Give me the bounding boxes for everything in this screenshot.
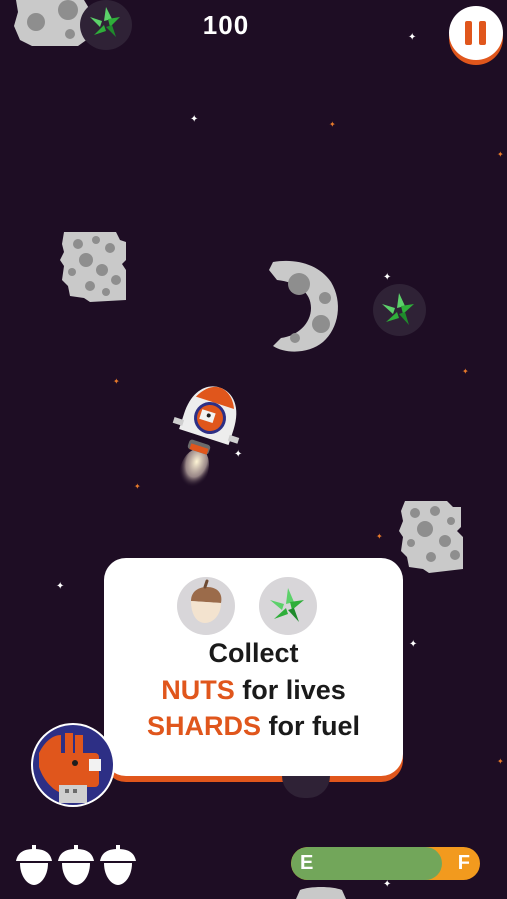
tooltip-line-collect: Collect [208, 638, 299, 668]
star: ✦ [383, 272, 392, 283]
star: ✦ [134, 482, 141, 491]
green-shard-icon [270, 588, 304, 622]
acorn-outline-icon [100, 845, 136, 885]
player-rocket [172, 386, 240, 492]
score-counter: 100 [202, 10, 250, 40]
hidden-pickup [282, 776, 330, 798]
tooltip-line-nuts: NUTS for lives [104, 675, 403, 706]
star: ✦ [497, 150, 504, 159]
pause-icon [465, 21, 472, 45]
shard-pickup [373, 284, 426, 336]
star: ✦ [190, 114, 199, 125]
fuel-empty-label: E [300, 852, 314, 874]
nuts-text: for lives [234, 675, 346, 705]
shards-text: for fuel [261, 711, 361, 741]
star: ✦ [409, 639, 418, 650]
star: ✦ [113, 377, 120, 386]
tooltip-line-shards: SHARDS for fuel [104, 711, 403, 742]
star: ✦ [383, 879, 392, 890]
pause-button[interactable] [449, 6, 503, 60]
star: ✦ [462, 367, 469, 376]
character-avatar[interactable] [31, 723, 115, 807]
asteroid [60, 232, 126, 302]
star: ✦ [497, 757, 504, 766]
star: ✦ [376, 532, 383, 541]
asteroid [399, 501, 463, 573]
acorn-outline-icon [58, 845, 94, 885]
kangaroo-pilot-icon [33, 725, 113, 805]
asteroid [296, 887, 346, 899]
fuel-level-bar [291, 847, 443, 880]
pause-icon-bar [479, 21, 486, 45]
asteroid [269, 260, 338, 352]
green-shard-icon [382, 293, 414, 325]
nuts-highlight: NUTS [161, 675, 235, 705]
nut-icon-bubble [177, 577, 235, 635]
shard-icon-bubble [259, 577, 317, 635]
fuel-gauge: E F [291, 847, 480, 880]
fuel-full-label: F [457, 852, 470, 874]
acorn-outline-icon [16, 845, 52, 885]
shards-highlight: SHARDS [146, 711, 261, 741]
acorn-icon [191, 579, 222, 623]
lives-indicator [14, 845, 138, 887]
hint-tooltip: Collect NUTS for lives SHARDS for fuel [104, 558, 403, 776]
star: ✦ [56, 581, 65, 592]
star: ✦ [329, 120, 336, 129]
